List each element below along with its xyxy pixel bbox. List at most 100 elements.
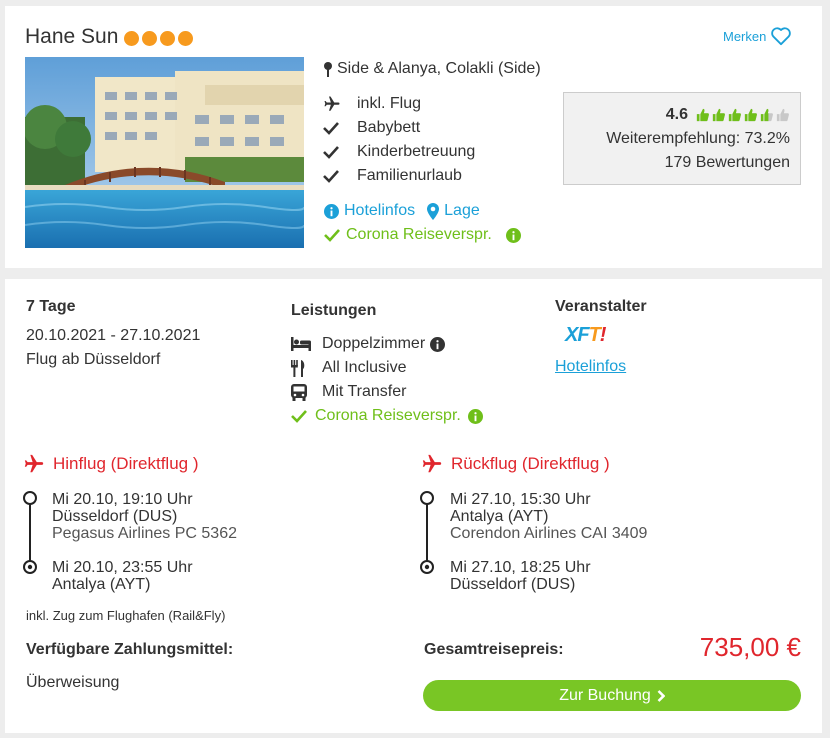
thumb-up-icon [744,108,757,122]
thumb-up-icon [728,108,741,122]
hotel-name[interactable]: Hane Sun [25,25,118,49]
map-pin-icon [324,62,332,77]
plane-icon [422,454,442,473]
return-flight-title: Rückflug (Direktflug ) [451,454,610,473]
bus-icon [291,383,307,401]
feature-label: Babybett [357,119,421,136]
leistung-label: All Inclusive [322,359,407,376]
star-icon [160,31,175,46]
star-icon [142,31,157,46]
hotel-links: Hotelinfos Lage [324,202,480,220]
leistung-transfer: Mit Transfer [291,380,483,404]
feature-flight: inkl. Flug [323,92,475,116]
feature-babybett: Babybett [323,116,475,140]
return-departure: Mi 27.10, 15:30 Uhr Antalya (AYT) Corend… [450,491,647,542]
return-arrival: Mi 27.10, 18:25 Uhr Düsseldorf (DUS) [450,559,591,593]
feature-familienurlaub: Familienurlaub [323,164,475,188]
payment-methods-title: Verfügbare Zahlungsmittel: [26,641,234,658]
departure-time: Mi 20.10, 19:10 Uhr [52,491,193,508]
feature-list: inkl. Flug Babybett Kinderbetreuung Fami… [323,92,475,188]
lage-label: Lage [444,202,480,219]
outbound-departure: Mi 20.10, 19:10 Uhr Düsseldorf (DUS) Peg… [52,491,237,542]
plane-icon [324,96,340,111]
veranstalter-hotelinfos-link[interactable]: Hotelinfos [555,358,626,376]
merken-label: Merken [723,28,767,44]
rail-and-fly-note: inkl. Zug zum Flughafen (Rail&Fly) [26,608,226,623]
thumb-up-icon [696,108,709,122]
airline-flight-number: Pegasus Airlines PC 5362 [52,525,237,542]
feature-kinderbetreuung: Kinderbetreuung [323,140,475,164]
outbound-flight-header: Hinflug (Direktflug ) [23,453,199,475]
veranstalter-title: Veranstalter [555,298,647,315]
booking-button-label: Zur Buchung [559,686,651,704]
booking-button[interactable]: Zur Buchung [423,680,801,711]
rating-score: 4.6 [665,106,688,123]
outbound-timeline [23,491,37,574]
corona-label: Corona Reiseverspr. [315,407,461,424]
check-icon [323,146,339,159]
hotelinfos-label: Hotelinfos [344,202,416,219]
rating-thumbs [696,107,790,123]
corona-promise: Corona Reiseverspr. [324,226,521,244]
heart-icon [771,27,792,46]
hotel-location: Side & Alanya, Colakli (Side) [323,60,541,78]
departure-airport: Düsseldorf (DUS) [52,508,178,525]
chevron-right-icon [657,689,665,702]
star-icon [178,31,193,46]
recommendation-rate: Weiterempfehlung: 73.2% [606,130,790,147]
hotel-image[interactable] [25,57,304,248]
total-price-label: Gesamtreisepreis: [424,641,564,658]
merken-button[interactable]: Merken [723,26,792,46]
offer-card: 7 Tage 20.10.2021 - 27.10.2021 Flug ab D… [5,279,822,733]
rating-box[interactable]: 4.6 Weiterempfehlung: 73.2% 179 Bewertun… [563,92,801,185]
info-icon [324,203,339,219]
departure-time: Mi 27.10, 15:30 Uhr [450,491,591,508]
departure-airport: Antalya (AYT) [450,508,549,525]
info-icon[interactable] [467,408,483,424]
veranstalter-logo: XFT! [565,324,606,346]
outbound-flight-title: Hinflug (Direktflug ) [53,454,199,473]
thumb-up-icon [776,108,789,122]
check-icon [323,122,339,135]
arrival-time: Mi 20.10, 23:55 Uhr [52,559,193,576]
map-marker-icon [427,202,440,220]
location-text: Side & Alanya, Colakli (Side) [337,60,541,77]
trip-duration: 7 Tage [26,298,76,315]
outbound-arrival: Mi 20.10, 23:55 Uhr Antalya (AYT) [52,559,193,593]
review-count: 179 Bewertungen [664,154,790,171]
bed-icon [291,337,311,351]
arrival-time: Mi 27.10, 18:25 Uhr [450,559,591,576]
lage-link[interactable]: Lage [427,202,480,220]
arrival-airport: Düsseldorf (DUS) [450,576,576,593]
leistung-label: Mit Transfer [322,383,407,400]
rating-top: 4.6 [564,103,790,127]
feature-label: inkl. Flug [357,95,422,112]
hotelinfos-link[interactable]: Hotelinfos [324,202,415,220]
check-icon [323,170,339,183]
departure-airport-info: Flug ab Düsseldorf [26,351,161,368]
check-icon [291,410,307,423]
leistung-corona: Corona Reiseverspr. [291,404,483,428]
thumb-up-icon [712,108,725,122]
feature-label: Kinderbetreuung [357,143,476,160]
info-icon[interactable] [505,227,521,243]
leistung-room: Doppelzimmer [291,332,483,356]
cutlery-icon [291,359,305,377]
corona-label: Corona Reiseverspr. [346,226,492,243]
check-icon [324,229,340,242]
leistungen-title: Leistungen [291,302,377,319]
leistungen-list: Doppelzimmer All Inclusive Mit Transfer … [291,332,483,428]
airline-flight-number: Corendon Airlines CAI 3409 [450,525,648,542]
payment-method: Überweisung [26,674,120,691]
leistung-board: All Inclusive [291,356,483,380]
plane-icon [24,454,44,473]
star-icon [124,31,139,46]
leistung-label: Doppelzimmer [322,335,426,352]
trip-dates: 20.10.2021 - 27.10.2021 [26,327,201,344]
info-icon[interactable] [430,336,446,352]
feature-label: Familienurlaub [357,167,462,184]
return-flight-header: Rückflug (Direktflug ) [421,453,610,475]
thumb-up-icon [760,108,773,122]
return-timeline [420,491,434,574]
hotel-card: Hane Sun Merken Side & Alanya, Colakli (… [5,6,822,268]
